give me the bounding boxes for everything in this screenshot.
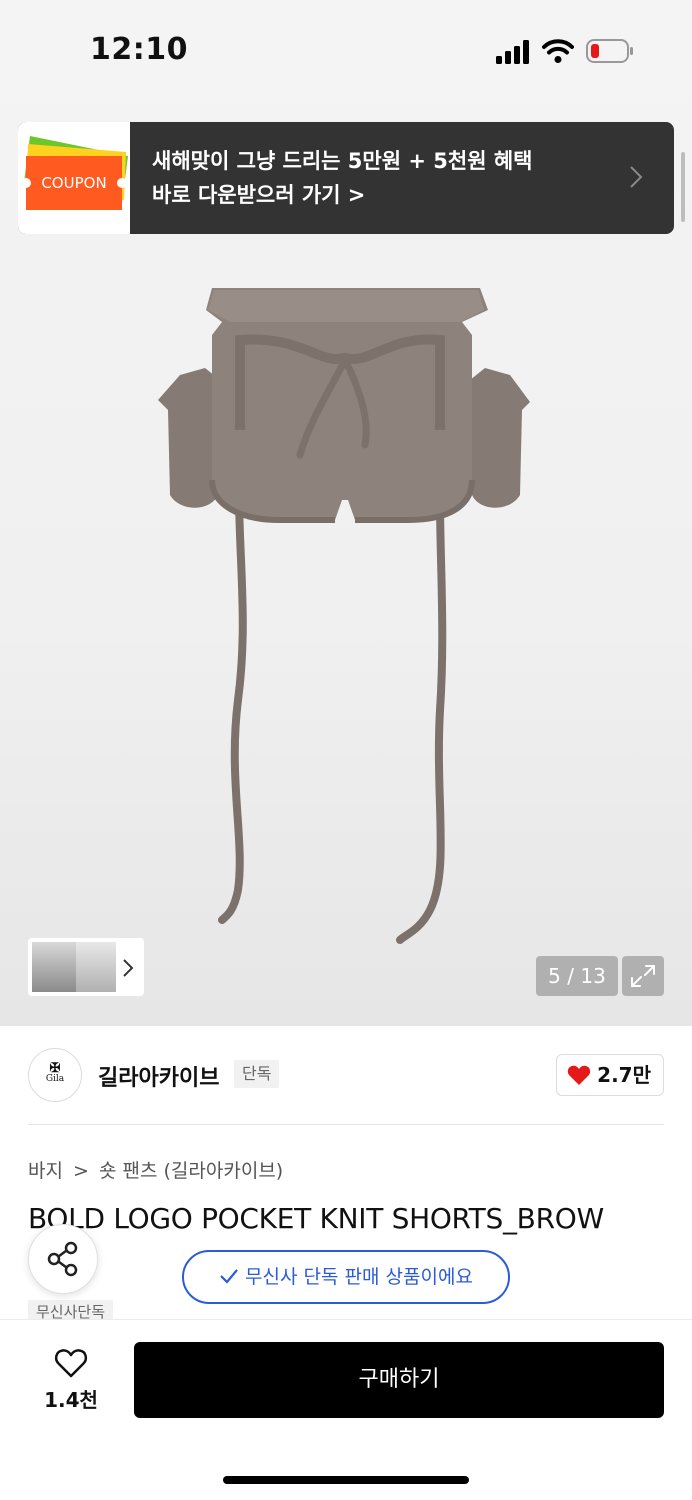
wishlist-button[interactable]: 1.4천 [36, 1344, 106, 1416]
wishlist-count: 1.4천 [44, 1388, 98, 1412]
coupon-line-2: 바로 다운받으러 가기 > [152, 183, 366, 207]
buy-button[interactable]: 구매하기 [134, 1342, 664, 1418]
product-title: BOLD LOGO POCKET KNIT SHORTS_BROW [28, 1202, 604, 1235]
chevron-right-icon [123, 959, 134, 977]
wifi-icon [542, 39, 574, 63]
coupon-banner[interactable]: COUPON 새해맞이 그냥 드리는 5만원 + 5천원 혜택 바로 다운받으러… [18, 122, 674, 234]
heart-outline-icon [54, 1349, 88, 1378]
product-photo [158, 288, 530, 944]
brand-like-button[interactable]: 2.7만 [556, 1054, 664, 1096]
exclusive-tag: 무신사단독 [28, 1300, 114, 1322]
status-bar: 12:10 [0, 0, 692, 100]
breadcrumb-category[interactable]: 바지 [28, 1160, 63, 1182]
brand-logo[interactable]: ✠ Gila [28, 1048, 82, 1102]
thumbnail-strip[interactable] [28, 938, 144, 996]
coupon-label: COUPON [41, 174, 107, 192]
expand-icon [631, 965, 655, 987]
share-icon [47, 1241, 78, 1277]
divider [28, 1124, 664, 1125]
brand-logo-text: Gila [45, 1074, 65, 1084]
image-counter: 5 / 13 [536, 956, 618, 996]
scroll-indicator [681, 152, 685, 222]
thumbnail-1[interactable] [32, 942, 76, 992]
cellular-signal-icon [496, 40, 529, 64]
breadcrumb-separator: > [73, 1160, 89, 1182]
thumbnail-2[interactable] [76, 942, 116, 992]
status-time: 12:10 [90, 32, 188, 67]
exclusive-notice-pill: 무신사 단독 판매 상품이에요 [182, 1250, 510, 1304]
coupon-graphic: COUPON [18, 122, 130, 234]
brand-exclusive-badge: 단독 [234, 1060, 280, 1088]
exclusive-notice-text: 무신사 단독 판매 상품이에요 [245, 1266, 473, 1288]
breadcrumb: 바지 > 숏 팬츠 (길라아카이브) [28, 1156, 287, 1183]
coupon-line-1: 새해맞이 그냥 드리는 5만원 + 5천원 혜택 [152, 149, 533, 173]
battery-low-icon [586, 39, 633, 63]
brand-logo-mark: ✠ [49, 1061, 61, 1076]
heart-filled-icon [567, 1065, 591, 1085]
brand-like-count: 2.7만 [597, 1063, 651, 1087]
check-icon [220, 1269, 238, 1284]
brand-row[interactable]: ✠ Gila 길라아카이브 단독 2.7만 [28, 1046, 664, 1106]
share-button[interactable] [28, 1224, 98, 1294]
breadcrumb-subcategory[interactable]: 숏 팬츠 (길라아카이브) [99, 1160, 283, 1182]
coupon-message: 새해맞이 그냥 드리는 5만원 + 5천원 혜택 바로 다운받으러 가기 > [152, 144, 532, 212]
expand-button[interactable] [622, 956, 664, 996]
brand-name[interactable]: 길라아카이브 [98, 1060, 219, 1092]
home-indicator[interactable] [223, 1476, 469, 1484]
chevron-right-icon [630, 166, 643, 188]
